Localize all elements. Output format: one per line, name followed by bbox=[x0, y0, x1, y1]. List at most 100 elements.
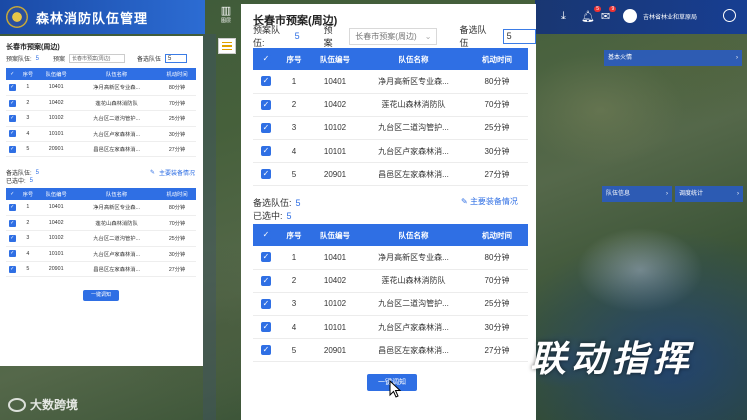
row-checkbox[interactable]: ✓ bbox=[6, 126, 19, 143]
row-checkbox[interactable]: ✓ bbox=[253, 162, 279, 187]
table-row[interactable]: ✓ 3 10102 九台区二道沟管护... 25分钟 bbox=[253, 116, 528, 141]
plan-label: 预案 bbox=[323, 25, 333, 48]
watermark-text: 大数跨境 bbox=[30, 398, 79, 412]
row-checkbox[interactable]: ✓ bbox=[253, 139, 279, 164]
equipment-link-label: 主要装备情况 bbox=[159, 171, 196, 177]
table-row[interactable]: ✓ 3 10102 九台区二道沟管护... 25分钟 bbox=[253, 292, 528, 317]
row-checkbox[interactable]: ✓ bbox=[6, 230, 19, 247]
team-name: 九台区二道沟管护... bbox=[75, 230, 159, 247]
row-checkbox[interactable]: ✓ bbox=[253, 246, 279, 270]
select-all-checkbox[interactable]: ✓ bbox=[6, 68, 19, 80]
table-row[interactable]: ✓ 1 10401 净月高新区专业森... 80分钟 bbox=[253, 246, 528, 270]
caption-overlay: 联动指挥 bbox=[530, 338, 695, 380]
team-id: 10101 bbox=[309, 315, 361, 340]
row-checkbox[interactable]: ✓ bbox=[6, 141, 19, 158]
row-checkbox[interactable]: ✓ bbox=[253, 292, 279, 317]
response-time: 27分钟 bbox=[158, 261, 196, 278]
download-icon[interactable]: ⤓ bbox=[561, 10, 566, 23]
row-checkbox[interactable]: ✓ bbox=[6, 200, 19, 216]
col-header: 机动时间 bbox=[466, 224, 528, 246]
dispatch-button[interactable]: 一键调知 bbox=[83, 290, 119, 301]
team-name: 九台区二道沟管护... bbox=[361, 292, 466, 317]
row-checkbox[interactable]: ✓ bbox=[6, 80, 19, 96]
select-all-checkbox[interactable]: ✓ bbox=[253, 224, 279, 246]
panel-collapse-strip[interactable] bbox=[203, 34, 216, 420]
row-checkbox[interactable]: ✓ bbox=[253, 338, 279, 363]
col-header: 机动时间 bbox=[158, 68, 196, 80]
table-row[interactable]: ✓ 5 20901 昌邑区左家森林消... 27分钟 bbox=[6, 261, 196, 278]
dispatch-stats-card[interactable]: 调度统计 › bbox=[675, 186, 743, 202]
checkbox-icon: ✓ bbox=[261, 345, 271, 356]
plan-select[interactable]: 长春市预案(周边) bbox=[69, 54, 126, 63]
row-checkbox[interactable]: ✓ bbox=[6, 261, 19, 278]
table-row[interactable]: ✓ 3 10102 九台区二道沟管护... 25分钟 bbox=[6, 230, 196, 247]
row-checkbox[interactable]: ✓ bbox=[6, 246, 19, 263]
table-row[interactable]: ✓ 3 10102 九台区二道沟管护... 25分钟 bbox=[6, 110, 196, 127]
power-icon[interactable] bbox=[723, 9, 736, 22]
team-id: 10101 bbox=[37, 126, 75, 143]
col-header: 序号 bbox=[18, 188, 38, 200]
backup-count: 5 bbox=[295, 197, 301, 208]
team-info-card[interactable]: 队伍信息 › bbox=[602, 186, 672, 202]
checkbox-icon: ✓ bbox=[261, 169, 271, 180]
table-row[interactable]: ✓ 2 10402 莲花山森林消防队 70分钟 bbox=[253, 269, 528, 293]
table-row[interactable]: ✓ 4 10101 九台区卢家森林消... 30分钟 bbox=[253, 315, 528, 340]
left-backup-table: ✓ 序号 队伍编号 队伍名称 机动时间 ✓ 1 10401 净月高新区专业森... 80… bbox=[6, 188, 196, 278]
row-checkbox[interactable]: ✓ bbox=[253, 116, 279, 141]
col-header: 队伍名称 bbox=[361, 224, 466, 246]
response-time: 80分钟 bbox=[158, 80, 196, 96]
checkbox-icon: ✓ bbox=[261, 122, 271, 133]
equipment-link[interactable]: ✎ 主要装备情况 bbox=[150, 168, 195, 177]
candidate-input[interactable]: 5 bbox=[165, 54, 188, 63]
layer-button[interactable]: ▥ 图层 bbox=[216, 4, 236, 28]
table-row[interactable]: ✓ 1 10401 净月高新区专业森... 80分钟 bbox=[6, 200, 196, 216]
table-row[interactable]: ✓ 2 10402 莲花山森林消防队 70分钟 bbox=[253, 93, 528, 117]
plan-select[interactable]: 长春市预案(周边) ⌄ bbox=[349, 27, 438, 45]
table-row[interactable]: ✓ 5 20901 昌邑区左家森林消... 27分钟 bbox=[253, 338, 528, 363]
checkbox-icon: ✓ bbox=[8, 234, 16, 242]
team-id: 10102 bbox=[37, 110, 75, 127]
table-row[interactable]: ✓ 1 10401 净月高新区专业森... 80分钟 bbox=[6, 80, 196, 96]
basic-fire-info-card[interactable]: 基本火情 › bbox=[604, 50, 742, 66]
row-checkbox[interactable]: ✓ bbox=[253, 93, 279, 117]
row-checkbox[interactable]: ✓ bbox=[253, 269, 279, 293]
row-index: 3 bbox=[279, 116, 309, 141]
hamburger-icon bbox=[222, 41, 232, 44]
plan-select-value: 长春市预案(周边) bbox=[355, 31, 417, 41]
team-name: 九台区卢家森林消... bbox=[75, 126, 159, 143]
candidate-input[interactable]: 5 bbox=[502, 28, 537, 44]
col-header: 队伍名称 bbox=[75, 188, 159, 200]
backup-label: 备选队伍: bbox=[253, 198, 292, 208]
chevron-down-icon: ⌄ bbox=[424, 31, 432, 41]
avatar[interactable] bbox=[623, 9, 637, 23]
equipment-link[interactable]: ✎ 主要装备情况 bbox=[461, 196, 518, 207]
team-id: 20901 bbox=[37, 261, 75, 278]
row-checkbox[interactable]: ✓ bbox=[6, 110, 19, 127]
bell-icon[interactable]: 🔔︎ 5 bbox=[581, 6, 601, 23]
bar-chart-icon: ▥ bbox=[220, 5, 232, 17]
user-name[interactable]: 吉林省林业和草原局 bbox=[643, 12, 697, 21]
select-all-checkbox[interactable]: ✓ bbox=[6, 188, 19, 200]
table-row[interactable]: ✓ 4 10101 九台区卢家森林消... 30分钟 bbox=[6, 246, 196, 263]
team-id: 10402 bbox=[37, 95, 75, 112]
row-checkbox[interactable]: ✓ bbox=[253, 70, 279, 94]
table-row[interactable]: ✓ 4 10101 九台区卢家森林消... 30分钟 bbox=[6, 126, 196, 143]
team-id: 10101 bbox=[37, 246, 75, 263]
table-row[interactable]: ✓ 5 20901 昌邑区左家森林消... 27分钟 bbox=[6, 141, 196, 158]
layer-button-label: 图层 bbox=[220, 18, 231, 24]
table-row[interactable]: ✓ 1 10401 净月高新区专业森... 80分钟 bbox=[253, 70, 528, 94]
table-row[interactable]: ✓ 5 20901 昌邑区左家森林消... 27分钟 bbox=[253, 162, 528, 187]
select-all-checkbox[interactable]: ✓ bbox=[253, 48, 279, 70]
message-badge: 9 bbox=[609, 6, 617, 12]
plan-label: 预案 bbox=[53, 57, 66, 63]
menu-toggle-button[interactable] bbox=[218, 38, 236, 54]
message-icon[interactable]: ✉ 9 bbox=[601, 6, 617, 23]
response-time: 80分钟 bbox=[466, 70, 528, 94]
table-row[interactable]: ✓ 2 10402 莲花山森林消防队 70分钟 bbox=[6, 215, 196, 232]
row-checkbox[interactable]: ✓ bbox=[6, 95, 19, 112]
table-row[interactable]: ✓ 2 10402 莲花山森林消防队 70分钟 bbox=[6, 95, 196, 112]
table-row[interactable]: ✓ 4 10101 九台区卢家森林消... 30分钟 bbox=[253, 139, 528, 164]
row-checkbox[interactable]: ✓ bbox=[253, 315, 279, 340]
plan-team-table: ✓ 序号 队伍编号 队伍名称 机动时间 ✓ 1 10401 净月高新区专业森... 80… bbox=[253, 48, 528, 187]
row-checkbox[interactable]: ✓ bbox=[6, 215, 19, 232]
